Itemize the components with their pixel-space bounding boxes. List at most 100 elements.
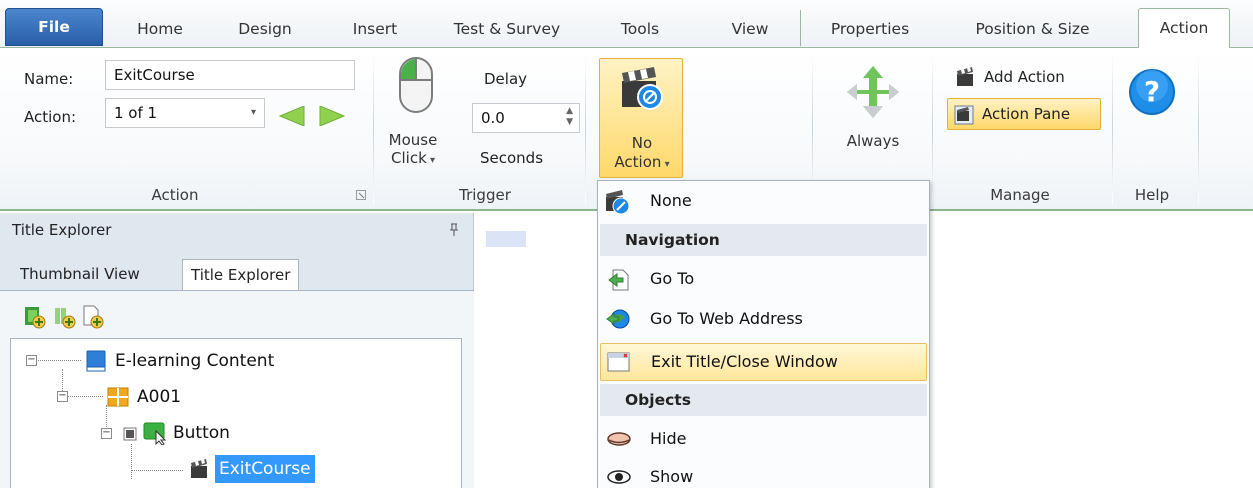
menu-item-go-to-web-label: Go To Web Address — [650, 309, 803, 328]
tree-item-action-selected[interactable]: ExitCourse — [215, 455, 315, 483]
menu-item-none-label: None — [650, 191, 692, 210]
group-separator — [373, 52, 374, 204]
seconds-label: Seconds — [480, 149, 544, 167]
action-pane-icon — [954, 105, 974, 125]
menu-item-none[interactable]: None — [600, 183, 927, 219]
menu-item-hide-label: Hide — [650, 429, 687, 448]
menu-item-hide[interactable]: Hide — [600, 421, 927, 457]
help-group-label: Help — [1134, 186, 1170, 204]
explorer-panel-title: Title Explorer — [12, 221, 112, 239]
action-index-value: 1 of 1 — [114, 104, 158, 122]
collapse-toggle-icon[interactable]: − — [57, 391, 68, 402]
action-label: Action: — [24, 108, 77, 126]
mouse-click-label-1: Mouse — [388, 131, 438, 149]
collapse-toggle-icon[interactable]: − — [101, 428, 112, 439]
object-node-icon — [123, 427, 137, 441]
action-name-input[interactable]: ExitCourse — [105, 60, 355, 90]
tree-connector — [68, 396, 103, 397]
chapter-icon — [107, 387, 129, 407]
collapse-toggle-icon[interactable]: − — [26, 355, 37, 366]
tree-button-label: Button — [173, 423, 230, 443]
menu-header-objects: Objects — [600, 384, 927, 416]
tree-connector — [36, 360, 81, 361]
title-tree: − E-learning Content − A001 − Button Exi… — [10, 338, 462, 488]
always-condition-arrows-icon — [847, 66, 899, 118]
menu-item-exit-title[interactable]: Exit Title/Close Window — [600, 343, 927, 381]
mouse-click-trigger-button[interactable]: Mouse Click ▾ — [381, 131, 445, 170]
no-action-dropdown-menu: None Navigation Go To Go To Web Address … — [597, 180, 930, 488]
group-separator — [585, 52, 586, 204]
action-pane-button[interactable]: Action Pane — [947, 98, 1101, 130]
tab-tools[interactable]: Tools — [600, 13, 680, 45]
menu-item-show-label: Show — [650, 467, 694, 486]
action-group-label: Action — [151, 186, 199, 204]
eye-icon — [607, 470, 631, 484]
mouse-icon — [399, 57, 433, 113]
book-icon — [86, 350, 106, 372]
clapperboard-no-action-icon — [622, 67, 663, 110]
action-pane-label: Action Pane — [982, 105, 1071, 123]
menu-item-go-to-label: Go To — [650, 269, 695, 288]
action-clapperboard-icon — [191, 459, 207, 478]
tree-connector — [131, 470, 183, 471]
dropdown-arrow-icon: ▾ — [426, 155, 435, 166]
group-separator — [1198, 52, 1199, 204]
no-action-label-1: No — [631, 134, 653, 152]
tab-thumbnail-view[interactable]: Thumbnail View — [12, 259, 148, 291]
tab-design[interactable]: Design — [220, 13, 310, 45]
add-object-icon[interactable] — [82, 305, 104, 329]
always-button[interactable]: Always — [833, 132, 913, 150]
dropdown-arrow-icon: ▾ — [250, 107, 256, 118]
tab-action[interactable]: Action — [1138, 8, 1230, 50]
tab-test-survey[interactable]: Test & Survey — [437, 13, 577, 45]
add-page-icon[interactable] — [54, 305, 76, 329]
group-separator — [932, 52, 933, 204]
dialog-launcher-icon[interactable] — [356, 190, 366, 200]
menu-item-show[interactable]: Show — [600, 459, 927, 488]
exit-window-icon — [607, 352, 630, 372]
no-action-button[interactable]: No Action ▾ — [599, 58, 683, 178]
help-icon[interactable]: ? — [1128, 68, 1176, 116]
dropdown-arrow-icon: ▾ — [661, 159, 670, 170]
tree-connector — [131, 444, 132, 479]
title-explorer-panel: Title Explorer Thumbnail View Title Expl… — [0, 213, 474, 488]
mouse-click-label-2: Click — [391, 149, 427, 167]
tree-chapter-label: A001 — [137, 387, 182, 407]
menu-header-navigation: Navigation — [600, 224, 927, 256]
go-to-web-icon — [606, 309, 630, 329]
tree-root-label: E-learning Content — [115, 351, 275, 371]
add-action-icon — [957, 67, 973, 86]
add-chapter-icon[interactable] — [24, 305, 46, 329]
go-to-page-icon — [608, 269, 629, 291]
tab-view[interactable]: View — [715, 13, 785, 45]
no-action-label-2: Action — [614, 153, 662, 171]
action-index-select[interactable]: 1 of 1 ▾ — [105, 98, 265, 128]
delay-value: 0.0 — [481, 109, 505, 127]
menu-item-go-to[interactable]: Go To — [600, 261, 927, 297]
next-action-arrow-icon[interactable] — [318, 106, 346, 126]
tab-position-size[interactable]: Position & Size — [950, 13, 1115, 45]
delay-input[interactable]: 0.0 ▲ ▼ — [472, 103, 580, 133]
tab-file[interactable]: File — [5, 8, 103, 46]
tab-title-explorer[interactable]: Title Explorer — [182, 259, 300, 291]
previous-action-arrow-icon[interactable] — [278, 106, 306, 126]
tab-home[interactable]: Home — [120, 13, 200, 45]
no-action-icon — [606, 190, 630, 215]
group-separator — [1112, 52, 1113, 204]
closed-eye-icon — [607, 432, 631, 446]
tab-separator — [800, 10, 801, 46]
pin-icon[interactable] — [448, 223, 460, 237]
ribbon-tab-bar: File Home Design Insert Test & Survey To… — [0, 0, 1253, 50]
trigger-group-label: Trigger — [459, 186, 511, 204]
app-window: File Home Design Insert Test & Survey To… — [0, 0, 1253, 488]
menu-item-exit-title-label: Exit Title/Close Window — [651, 352, 838, 371]
manage-group-label: Manage — [990, 186, 1050, 204]
tab-insert[interactable]: Insert — [335, 13, 415, 45]
tab-properties[interactable]: Properties — [812, 13, 928, 45]
spinner-icon[interactable]: ▲ ▼ — [566, 106, 573, 128]
name-label: Name: — [24, 70, 74, 88]
canvas-selection-marker — [486, 231, 526, 247]
menu-item-go-to-web-address[interactable]: Go To Web Address — [600, 301, 927, 337]
delay-label: Delay — [484, 70, 528, 88]
add-action-button[interactable]: Add Action — [984, 68, 1065, 86]
